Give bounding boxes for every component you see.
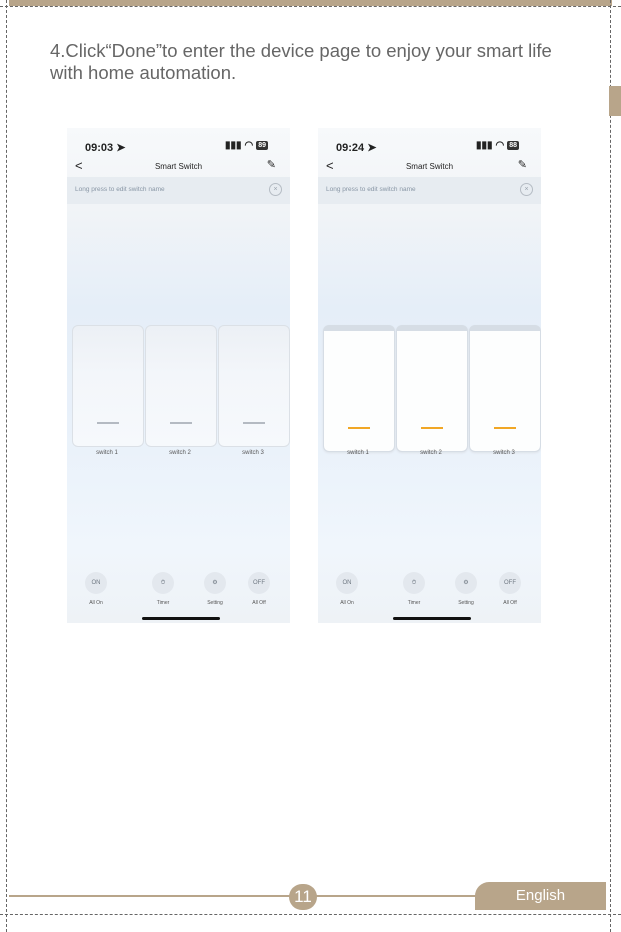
switch-1-button[interactable] <box>72 325 144 447</box>
action-label: All Off <box>503 600 517 606</box>
switch-indicator <box>421 426 443 429</box>
edit-icon[interactable]: ✎ <box>518 158 527 171</box>
hint-text: Long press to edit switch name <box>75 186 165 193</box>
status-time: 09:24 ➤ <box>336 142 377 154</box>
action-label: Setting <box>207 600 223 606</box>
page-title: Smart Switch <box>405 162 454 171</box>
action-label: All Off <box>252 600 266 606</box>
status-icons: ▮▮▮ ◠ 89 <box>225 140 268 151</box>
edit-icon[interactable]: ✎ <box>267 158 276 171</box>
switch-label: switch 2 <box>169 450 191 456</box>
battery-icon: 89 <box>256 141 268 150</box>
action-label: All On <box>89 600 103 606</box>
action-label: Setting <box>458 600 474 606</box>
language-tab: English <box>475 882 606 910</box>
switch-label: switch 1 <box>96 450 118 456</box>
status-time: 09:03 ➤ <box>85 142 126 154</box>
timer-button[interactable]: ⏱ <box>152 572 174 594</box>
signal-icon: ▮▮▮ <box>224 140 242 151</box>
switch-2-button[interactable] <box>145 325 217 447</box>
action-label: Timer <box>156 600 170 606</box>
wifi-icon: ◠ <box>495 140 505 151</box>
page-title: Smart Switch <box>154 162 203 171</box>
action-label: Timer <box>407 600 421 606</box>
switch-label: switch 3 <box>493 450 515 456</box>
action-label: All On <box>340 600 354 606</box>
timer-button[interactable]: ⏱ <box>403 572 425 594</box>
signal-icon: ▮▮▮ <box>475 140 493 151</box>
switch-3-button[interactable] <box>218 325 290 447</box>
switch-indicator <box>348 426 370 429</box>
switch-label: switch 3 <box>242 450 264 456</box>
switch-indicator <box>494 426 516 429</box>
all-on-button[interactable]: ON <box>336 572 358 594</box>
switch-1-button[interactable] <box>323 325 395 452</box>
switch-3-button[interactable] <box>469 325 541 452</box>
side-tab <box>609 86 621 116</box>
home-indicator <box>393 617 471 620</box>
setting-button[interactable]: ⚙ <box>204 572 226 594</box>
status-icons: ▮▮▮ ◠ 88 <box>476 140 519 151</box>
switch-label: switch 1 <box>347 450 369 456</box>
cut-line-bottom <box>0 914 621 915</box>
all-off-button[interactable]: OFF <box>499 572 521 594</box>
hint-text: Long press to edit switch name <box>326 186 416 193</box>
phone-screenshot-2: 09:24 ➤ ▮▮▮ ◠ 88 < Smart Switch ✎ Long p… <box>318 128 541 623</box>
close-icon[interactable]: × <box>520 183 533 196</box>
all-off-button[interactable]: OFF <box>248 572 270 594</box>
close-icon[interactable]: × <box>269 183 282 196</box>
home-indicator <box>142 617 220 620</box>
page-number: 11 <box>289 884 317 910</box>
all-on-button[interactable]: ON <box>85 572 107 594</box>
switch-indicator <box>243 422 265 424</box>
battery-icon: 88 <box>507 141 519 150</box>
switch-indicator <box>97 422 119 424</box>
switch-label: switch 2 <box>420 450 442 456</box>
instruction-text: 4.Click“Done”to enter the device page to… <box>50 40 552 83</box>
cut-line-top <box>0 6 621 7</box>
cut-line-right <box>610 0 611 932</box>
switch-indicator <box>170 422 192 424</box>
hint-bar: Long press to edit switch name × <box>318 177 541 204</box>
switch-2-button[interactable] <box>396 325 468 452</box>
phone-screenshot-1: 09:03 ➤ ▮▮▮ ◠ 89 < Smart Switch ✎ Long p… <box>67 128 290 623</box>
cut-line-left <box>6 0 7 932</box>
hint-bar: Long press to edit switch name × <box>67 177 290 204</box>
wifi-icon: ◠ <box>244 140 254 151</box>
setting-button[interactable]: ⚙ <box>455 572 477 594</box>
